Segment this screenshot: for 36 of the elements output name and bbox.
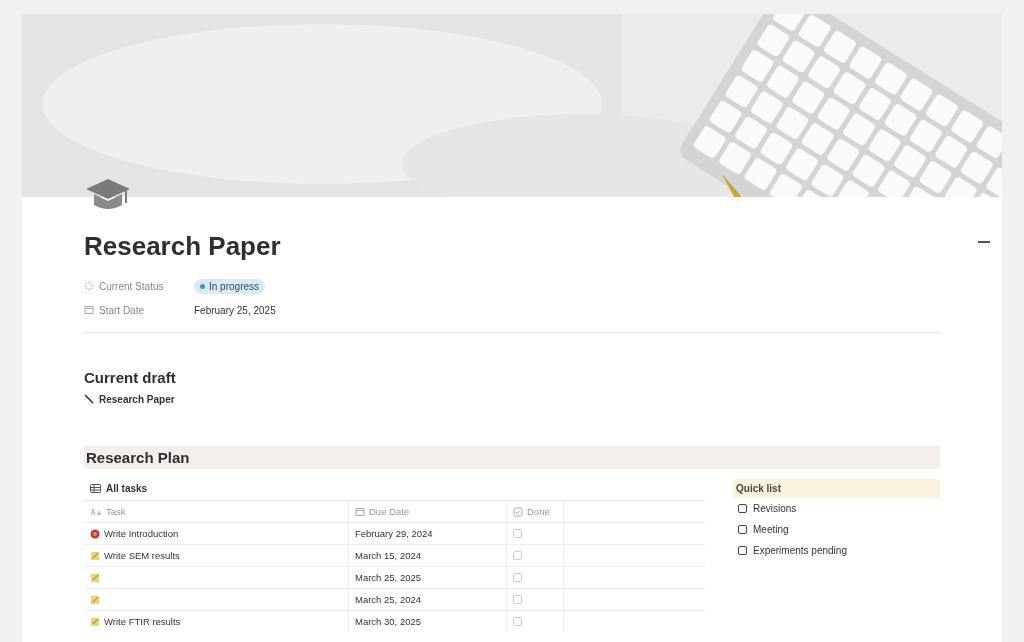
section-heading: Research Plan bbox=[84, 446, 940, 469]
note-icon bbox=[90, 594, 100, 605]
calendar-icon bbox=[355, 506, 365, 517]
table-cell: February 29, 2024 bbox=[349, 523, 507, 544]
checkbox[interactable] bbox=[738, 525, 747, 534]
note-icon bbox=[90, 550, 100, 561]
table-cell: March 25, 2024 bbox=[349, 589, 507, 610]
table-cell: Write Introduction bbox=[84, 523, 349, 544]
todo-label: Experiments pending bbox=[753, 545, 847, 556]
checkbox[interactable] bbox=[738, 504, 747, 513]
property-label: Start Date bbox=[84, 304, 194, 316]
view-tab[interactable]: All tasks bbox=[84, 479, 705, 500]
note-icon bbox=[90, 616, 100, 627]
status-tag[interactable]: In progress bbox=[194, 278, 266, 294]
table-cell: Write FTIR results bbox=[84, 611, 349, 632]
page-link[interactable]: Research Paper bbox=[84, 393, 175, 405]
table-icon bbox=[90, 484, 101, 493]
note-icon bbox=[90, 572, 100, 583]
list-heading: Quick list bbox=[733, 479, 940, 498]
property-label: Current Status bbox=[84, 280, 194, 292]
target-icon bbox=[90, 528, 100, 539]
page-title: Research Paper bbox=[84, 231, 282, 262]
loading-icon bbox=[84, 281, 94, 291]
table-cell: March 15, 2024 bbox=[349, 545, 507, 566]
todo-label: Revisions bbox=[753, 503, 797, 514]
pen-icon bbox=[84, 394, 94, 404]
todo-label: Meeting bbox=[753, 524, 789, 535]
text-icon bbox=[90, 507, 102, 516]
table-cell: Write SEM results bbox=[84, 545, 349, 566]
property-value: February 25, 2025 bbox=[194, 304, 276, 316]
checkbox[interactable] bbox=[738, 546, 747, 555]
table-cell: March 25, 2025 bbox=[349, 567, 507, 588]
table-cell: March 30, 2025 bbox=[349, 611, 507, 632]
checkbox-icon bbox=[513, 506, 523, 517]
section-heading: Current draft bbox=[84, 369, 177, 386]
calendar-icon bbox=[84, 305, 94, 315]
